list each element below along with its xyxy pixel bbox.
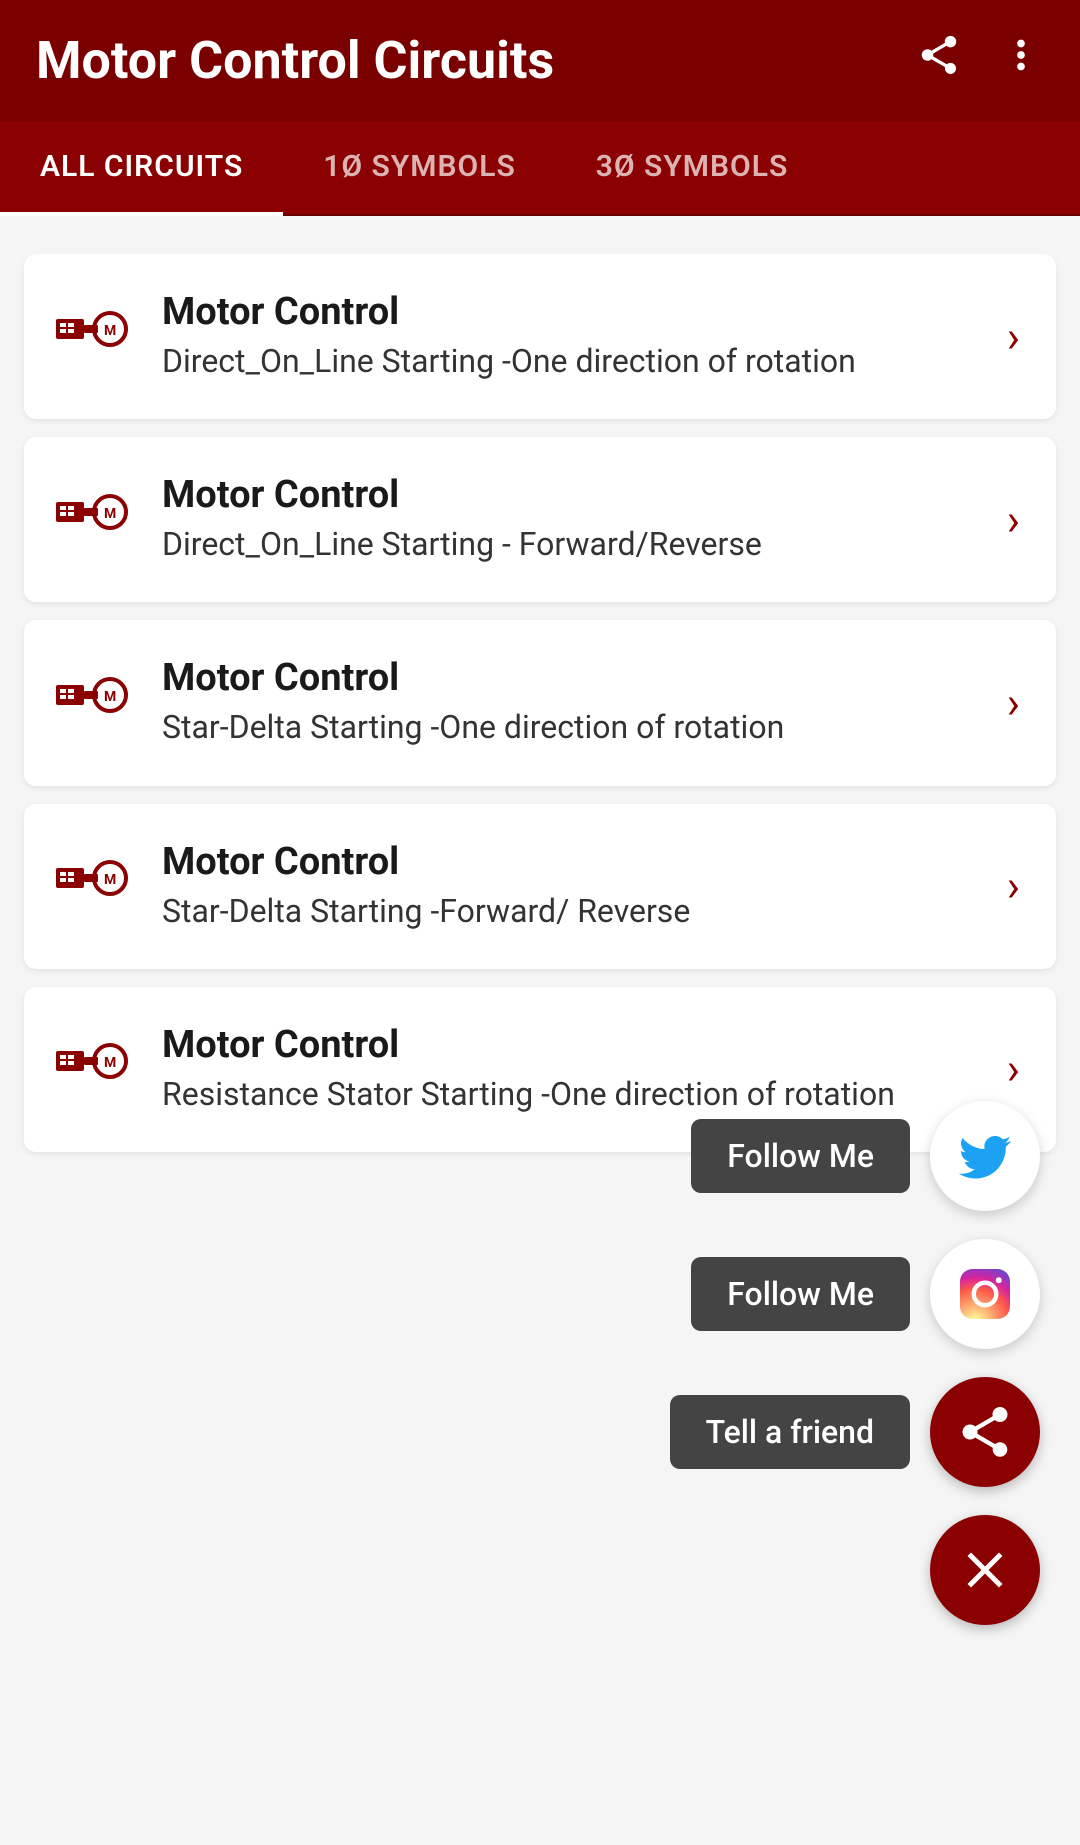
circuit-desc-2: Star-Delta Starting -One direction of ro… — [162, 706, 784, 749]
header-actions — [916, 32, 1044, 90]
instagram-follow-button[interactable] — [930, 1239, 1040, 1349]
svg-text:M: M — [104, 872, 116, 888]
app-title: Motor Control Circuits — [36, 30, 554, 91]
circuit-desc-0: Direct_On_Line Starting -One direction o… — [162, 340, 856, 383]
chevron-icon-1: › — [1007, 494, 1020, 546]
fab-close-row — [930, 1515, 1040, 1625]
circuit-card-0[interactable]: M Motor Control Direct_On_Line Starting … — [24, 254, 1056, 419]
circuit-title-1: Motor Control — [162, 473, 762, 517]
fab-instagram-row: Follow Me — [691, 1239, 1040, 1349]
share-icon[interactable] — [916, 32, 962, 90]
svg-text:M: M — [104, 323, 116, 339]
circuit-title-3: Motor Control — [162, 840, 690, 884]
circuit-icon-4: M — [54, 1029, 134, 1109]
app-header: Motor Control Circuits — [0, 0, 1080, 121]
circuit-title-0: Motor Control — [162, 290, 856, 334]
circuit-title-4: Motor Control — [162, 1023, 895, 1067]
circuit-icon-0: M — [54, 297, 134, 377]
tab-3phase-symbols[interactable]: 3Ø SYMBOLS — [556, 121, 829, 214]
circuit-card-3[interactable]: M Motor Control Star-Delta Starting -For… — [24, 804, 1056, 969]
fab-share-label: Tell a friend — [670, 1395, 910, 1469]
fab-overlay: Follow Me Follow Me — [670, 1101, 1040, 1625]
circuit-desc-3: Star-Delta Starting -Forward/ Reverse — [162, 890, 690, 933]
twitter-follow-button[interactable] — [930, 1101, 1040, 1211]
circuit-card-2[interactable]: M Motor Control Star-Delta Starting -One… — [24, 620, 1056, 785]
chevron-icon-4: › — [1007, 1043, 1020, 1095]
fab-close-button[interactable] — [930, 1515, 1040, 1625]
circuit-icon-1: M — [54, 480, 134, 560]
circuit-icon-3: M — [54, 846, 134, 926]
tab-bar: ALL CIRCUITS 1Ø SYMBOLS 3Ø SYMBOLS — [0, 121, 1080, 216]
chevron-icon-2: › — [1007, 677, 1020, 729]
chevron-icon-0: › — [1007, 311, 1020, 363]
tab-1phase-symbols[interactable]: 1Ø SYMBOLS — [283, 121, 556, 214]
share-fab-button[interactable] — [930, 1377, 1040, 1487]
tab-all-circuits[interactable]: ALL CIRCUITS — [0, 121, 283, 216]
more-icon[interactable] — [998, 32, 1044, 90]
circuit-title-2: Motor Control — [162, 656, 784, 700]
fab-twitter-label: Follow Me — [691, 1119, 910, 1193]
fab-twitter-row: Follow Me — [691, 1101, 1040, 1211]
circuit-list: M Motor Control Direct_On_Line Starting … — [0, 216, 1080, 1190]
svg-text:M: M — [104, 506, 116, 522]
chevron-icon-3: › — [1007, 860, 1020, 912]
circuit-card-1[interactable]: M Motor Control Direct_On_Line Starting … — [24, 437, 1056, 602]
circuit-icon-2: M — [54, 663, 134, 743]
fab-share-row: Tell a friend — [670, 1377, 1040, 1487]
svg-text:M: M — [104, 689, 116, 705]
circuit-desc-1: Direct_On_Line Starting - Forward/Revers… — [162, 523, 762, 566]
fab-instagram-label: Follow Me — [691, 1257, 910, 1331]
svg-text:M: M — [104, 1055, 116, 1071]
